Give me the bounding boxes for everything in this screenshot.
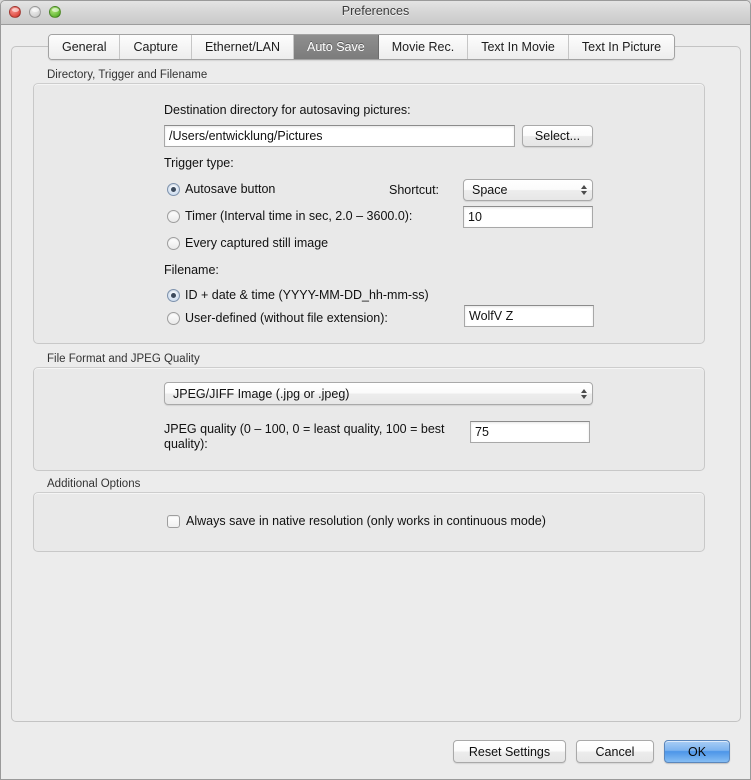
tab-text-in-movie[interactable]: Text In Movie xyxy=(468,35,569,59)
preferences-tabbar: General Capture Ethernet/LAN Auto Save M… xyxy=(48,34,675,60)
dialog-footer: Reset Settings Cancel OK xyxy=(1,1,750,779)
reset-settings-button[interactable]: Reset Settings xyxy=(453,740,566,763)
tab-general[interactable]: General xyxy=(49,35,120,59)
cancel-button[interactable]: Cancel xyxy=(576,740,654,763)
tab-capture[interactable]: Capture xyxy=(120,35,191,59)
tab-movie-rec[interactable]: Movie Rec. xyxy=(379,35,469,59)
tab-text-in-picture[interactable]: Text In Picture xyxy=(569,35,674,59)
ok-button[interactable]: OK xyxy=(664,740,730,763)
preferences-window: Preferences General Capture Ethernet/LAN… xyxy=(0,0,751,780)
tab-ethernet-lan[interactable]: Ethernet/LAN xyxy=(192,35,294,59)
tab-auto-save[interactable]: Auto Save xyxy=(294,35,379,59)
